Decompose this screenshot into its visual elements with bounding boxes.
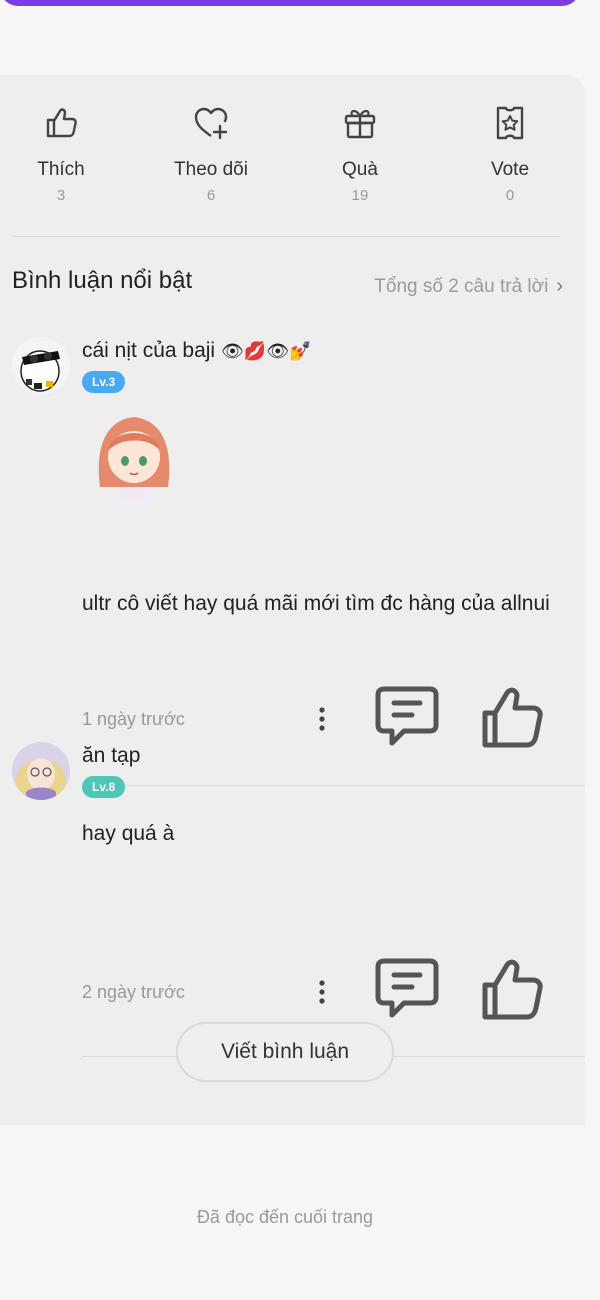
stat-like-button[interactable]: Thích 3 bbox=[1, 103, 121, 204]
stat-gift-button[interactable]: Quà 19 bbox=[300, 103, 420, 204]
vote-ticket-icon bbox=[496, 106, 524, 140]
comment-text: hay quá à bbox=[82, 822, 175, 845]
divider bbox=[12, 236, 560, 237]
thumbs-up-icon bbox=[46, 108, 77, 138]
more-options-icon[interactable] bbox=[312, 977, 332, 1007]
avatar[interactable] bbox=[12, 742, 70, 800]
write-comment-button[interactable]: Viết bình luận bbox=[176, 1022, 394, 1082]
sticker-image bbox=[98, 417, 170, 499]
chevron-right-icon: › bbox=[556, 275, 563, 297]
commenter-name-text: cái nịt của baji bbox=[82, 339, 216, 362]
work-interaction-card: Thích 3 Theo dõi 6 Quà 19 Vote 0 Bình lu… bbox=[0, 75, 585, 1125]
gift-icon bbox=[344, 109, 376, 139]
section-title: Bình luận nổi bật bbox=[12, 267, 193, 294]
end-of-page-text: Đã đọc đến cuối trang bbox=[196, 1207, 374, 1227]
divider bbox=[82, 785, 585, 786]
level-badge: Lv.3 bbox=[82, 371, 126, 393]
stat-count: 0 bbox=[505, 187, 515, 204]
name-emojis: 👁💋👁💅 bbox=[221, 340, 312, 361]
avatar[interactable] bbox=[12, 337, 70, 395]
stat-count: 3 bbox=[56, 187, 66, 204]
stat-label: Quà bbox=[342, 159, 378, 180]
total-replies-label: Tổng số 2 câu trả lời bbox=[374, 275, 549, 297]
commenter-name-text: ăn tạp bbox=[82, 744, 141, 767]
stat-label: Thích bbox=[37, 159, 85, 180]
stat-label: Theo dõi bbox=[174, 159, 248, 180]
comment-time: 2 ngày trước bbox=[82, 982, 185, 1002]
level-badge: Lv.8 bbox=[82, 776, 126, 798]
reply-comment-icon[interactable] bbox=[372, 683, 442, 753]
more-options-icon[interactable] bbox=[312, 704, 332, 734]
stat-count: 19 bbox=[351, 187, 369, 204]
reply-comment-icon[interactable] bbox=[372, 955, 442, 1025]
heart-plus-icon bbox=[194, 107, 228, 140]
commenter-name[interactable]: cái nịt của baji 👁💋👁💅 bbox=[82, 339, 312, 363]
stat-vote-button[interactable]: Vote 0 bbox=[450, 103, 570, 204]
comment-time: 1 ngày trước bbox=[82, 709, 185, 729]
stat-label: Vote bbox=[490, 159, 530, 180]
stat-count: 6 bbox=[206, 187, 216, 204]
stat-follow-button[interactable]: Theo dõi 6 bbox=[151, 103, 271, 204]
top-action-bar-edge bbox=[0, 0, 580, 6]
stats-row: Thích 3 Theo dõi 6 Quà 19 Vote 0 bbox=[0, 75, 585, 237]
commenter-name[interactable]: ăn tạp bbox=[82, 744, 140, 768]
like-comment-icon[interactable] bbox=[480, 683, 550, 753]
comment-text: ultr cô viết hay quá mãi mới tìm đc hàng… bbox=[82, 592, 550, 615]
like-comment-icon[interactable] bbox=[480, 955, 550, 1025]
total-replies-link[interactable]: Tổng số 2 câu trả lời › bbox=[374, 275, 563, 298]
